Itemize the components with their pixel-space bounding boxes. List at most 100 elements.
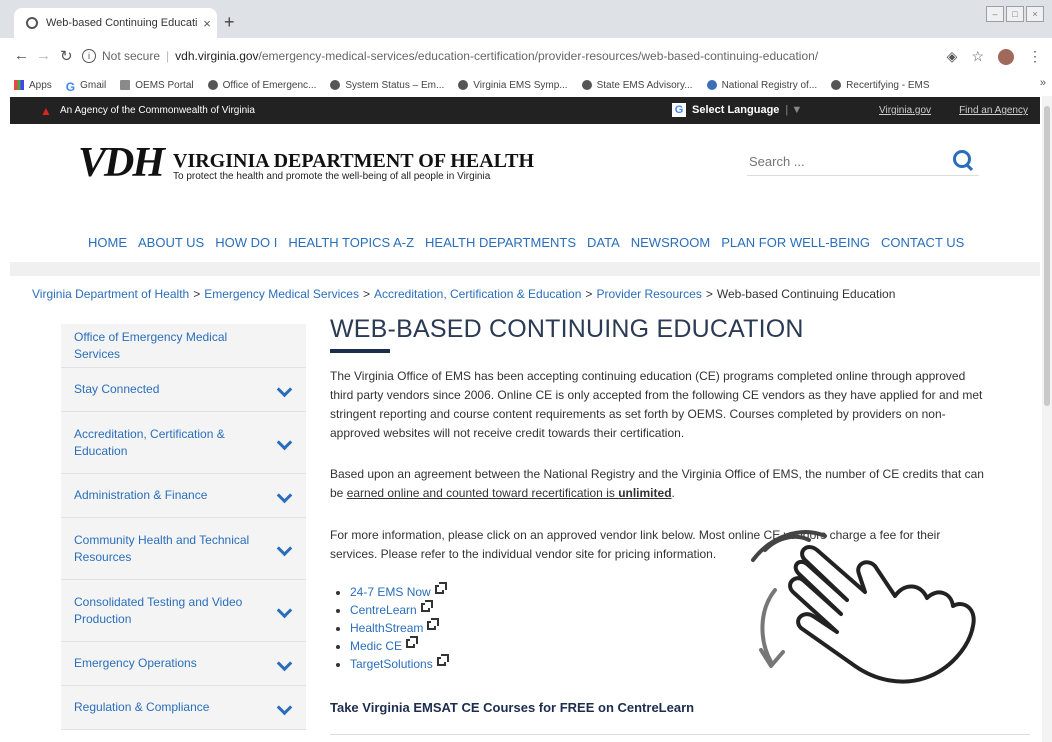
menu-icon[interactable]: ⋮ <box>1028 48 1042 65</box>
globe-icon <box>458 80 469 90</box>
breadcrumb-link-provider-resources[interactable]: Provider Resources <box>596 287 701 301</box>
list-item: 24-7 EMS Now <box>350 582 447 601</box>
agreement-paragraph: Based upon an agreement between the Nati… <box>330 467 984 500</box>
search-icon[interactable] <box>953 150 971 168</box>
globe-icon <box>330 80 341 90</box>
globe-icon <box>581 80 592 90</box>
sidebar-item-regulation[interactable]: Regulation & Compliance <box>61 686 306 730</box>
logo-title: VIRGINIA DEPARTMENT OF HEALTH <box>173 150 535 172</box>
sidebar-item-community-health[interactable]: Community Health and Technical Resources <box>61 518 306 580</box>
forward-icon[interactable]: → <box>36 47 51 64</box>
vendor-link-healthstream[interactable]: HealthStream <box>350 621 423 635</box>
tab-title: Web-based Continuing Educatio <box>46 17 197 29</box>
nav-about-us[interactable]: ABOUT US <box>138 235 204 250</box>
scrollbar-thumb[interactable] <box>1044 106 1050 406</box>
url-field[interactable]: i Not secure | vdh.virginia.gov/emergenc… <box>82 43 962 69</box>
virginia-gov-link[interactable]: Virginia.gov <box>879 105 931 116</box>
chevron-down-icon[interactable] <box>276 655 293 671</box>
breadcrumb-link-ems[interactable]: Emergency Medical Services <box>204 287 359 301</box>
nav-plan-for-well-being[interactable]: PLAN FOR WELL-BEING <box>721 235 870 250</box>
browser-tab[interactable]: Web-based Continuing Educatio × <box>14 8 217 38</box>
page-icon <box>120 80 131 90</box>
bookmark-oems-portal[interactable]: OEMS Portal <box>120 80 194 91</box>
list-item: TargetSolutions <box>350 654 449 673</box>
external-link-icon <box>420 600 433 612</box>
bookmark-apps[interactable]: Apps <box>14 80 52 91</box>
nav-contact-us[interactable]: CONTACT US <box>881 235 964 250</box>
sidebar-item-administration[interactable]: Administration & Finance <box>61 474 306 518</box>
cardinal-icon: ▲ <box>40 103 52 118</box>
find-agency-link[interactable]: Find an Agency <box>959 105 1028 116</box>
page-scrollbar[interactable] <box>1042 96 1052 742</box>
bookmarks-bar: Apps G Gmail OEMS Portal Office of Emerge… <box>0 74 1052 96</box>
sidebar-item-office-of-ems[interactable]: Office of Emergency Medical Services <box>61 324 306 368</box>
minimize-icon[interactable]: – <box>986 6 1004 22</box>
bookmark-recertifying[interactable]: Recertifying - EMS <box>831 80 930 91</box>
nav-how-do-i[interactable]: HOW DO I <box>215 235 277 250</box>
profile-avatar[interactable] <box>998 48 1014 65</box>
unlimited-note: earned online and counted toward recerti… <box>346 486 672 500</box>
search-input[interactable] <box>747 147 931 175</box>
bookmark-state-ems[interactable]: State EMS Advisory... <box>581 80 693 91</box>
nav-data[interactable]: DATA <box>587 235 620 250</box>
breadcrumb-link-vdh[interactable]: Virginia Department of Health <box>32 287 189 301</box>
chevron-down-icon[interactable] <box>276 540 293 556</box>
toolbar-icons: ◈ ☆ ⋮ <box>947 48 1042 65</box>
address-bar-row: ← → ↻ i Not secure | vdh.virginia.gov/em… <box>0 38 1052 74</box>
close-tab-icon[interactable]: × <box>197 16 217 31</box>
nav-health-topics[interactable]: HEALTH TOPICS A-Z <box>288 235 414 250</box>
language-selector[interactable]: G Select Language | ▼ <box>672 103 802 117</box>
chevron-down-icon[interactable] <box>276 699 293 715</box>
page-title: WEB-BASED CONTINUING EDUCATION <box>330 315 804 343</box>
apps-icon <box>14 80 24 90</box>
browser-tab-strip: Web-based Continuing Educatio × + – □ × <box>0 0 1052 38</box>
title-underline <box>330 349 390 353</box>
sidebar-item-stay-connected[interactable]: Stay Connected <box>61 368 306 412</box>
globe-icon <box>207 80 218 90</box>
registry-icon <box>706 80 717 90</box>
sidebar-nav: Office of Emergency Medical Services Sta… <box>61 324 306 730</box>
bookmark-system-status[interactable]: System Status – Em... <box>330 80 444 91</box>
globe-icon <box>26 17 38 29</box>
sidebar-item-consolidated-testing[interactable]: Consolidated Testing and Video Productio… <box>61 580 306 642</box>
vendor-link-centrelearn[interactable]: CentreLearn <box>350 603 417 617</box>
close-window-icon[interactable]: × <box>1026 6 1044 22</box>
sidebar-item-emergency-operations[interactable]: Emergency Operations <box>61 642 306 686</box>
new-tab-button[interactable]: + <box>224 12 235 33</box>
sidebar-item-accreditation[interactable]: Accreditation, Certification & Education <box>61 412 306 474</box>
reload-icon[interactable]: ↻ <box>60 47 73 65</box>
intro-paragraph: The Virginia Office of EMS has been acce… <box>330 369 983 440</box>
extension-icon[interactable]: ◈ <box>947 48 958 65</box>
vendor-link-medic-ce[interactable]: Medic CE <box>350 639 402 653</box>
list-item: CentreLearn <box>350 600 446 619</box>
external-link-icon <box>436 654 449 666</box>
back-icon[interactable]: ← <box>14 47 29 64</box>
bookmark-virginia-ems[interactable]: Virginia EMS Symp... <box>458 80 568 91</box>
chevron-down-icon[interactable] <box>276 434 293 450</box>
nav-home[interactable]: HOME <box>88 235 127 250</box>
nav-health-departments[interactable]: HEALTH DEPARTMENTS <box>425 235 576 250</box>
bookmark-star-icon[interactable]: ☆ <box>971 48 984 65</box>
vdh-logo[interactable]: VDH VIRGINIA DEPARTMENT OF HEALTH To pro… <box>78 140 535 186</box>
chevron-down-icon[interactable] <box>276 487 293 503</box>
external-link-icon <box>434 582 447 594</box>
vendor-link-247-ems-now[interactable]: 24-7 EMS Now <box>350 585 431 599</box>
breadcrumb: Virginia Department of Health > Emergency … <box>32 287 896 301</box>
vendor-link-targetsolutions[interactable]: TargetSolutions <box>350 657 433 671</box>
google-translate-icon: G <box>672 103 686 117</box>
logo-mark: VDH <box>78 140 165 186</box>
more-bookmarks-icon[interactable]: » <box>1040 77 1046 89</box>
bookmark-gmail[interactable]: G Gmail <box>66 80 106 95</box>
nav-newsroom[interactable]: NEWSROOM <box>631 235 710 250</box>
external-link-icon <box>427 618 440 630</box>
maximize-icon[interactable]: □ <box>1006 6 1024 22</box>
bookmark-office-emergency[interactable]: Office of Emergenc... <box>207 80 316 91</box>
window-controls: – □ × <box>986 6 1044 22</box>
breadcrumb-link-accreditation[interactable]: Accreditation, Certification & Education <box>374 287 581 301</box>
bookmark-national-registry[interactable]: National Registry of... <box>706 80 817 91</box>
agency-text: An Agency of the Commonwealth of Virgini… <box>60 105 255 116</box>
chevron-down-icon[interactable] <box>276 602 293 618</box>
chevron-down-icon[interactable] <box>276 381 293 397</box>
logo-tagline: To protect the health and promote the we… <box>173 171 491 182</box>
info-icon[interactable]: i <box>82 49 96 63</box>
